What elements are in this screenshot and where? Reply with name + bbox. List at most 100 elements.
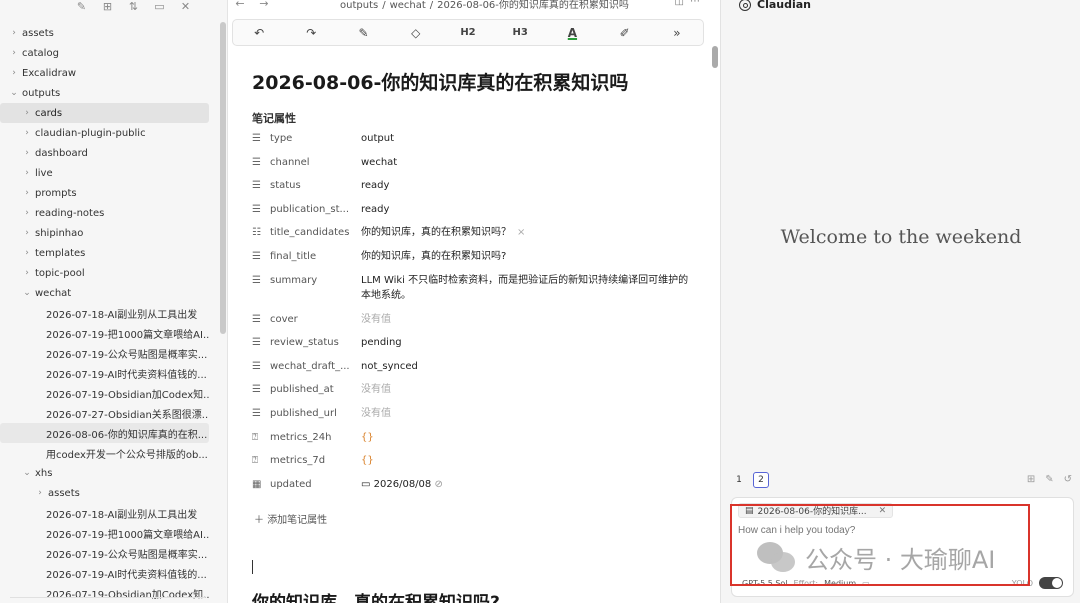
folder-item[interactable]: › cards <box>0 103 209 123</box>
chevron-right-icon[interactable]: › <box>21 228 33 238</box>
chevron-down-icon[interactable]: ⌄ <box>8 88 20 98</box>
more-button[interactable]: » <box>662 26 692 40</box>
property-key[interactable]: published_url <box>270 408 361 419</box>
property-value[interactable]: 你的知识库，真的在积累知识吗？ × <box>361 225 692 240</box>
property-key[interactable]: title_candidates <box>270 227 361 238</box>
property-key[interactable]: channel <box>270 157 361 168</box>
property-key[interactable]: published_at <box>270 384 361 395</box>
chevron-right-icon[interactable]: › <box>34 488 46 498</box>
chevron-right-icon[interactable]: › <box>21 168 33 178</box>
breadcrumb-item-outputs[interactable]: outputs <box>340 0 378 11</box>
file-item[interactable]: 2026-07-19-AI时代卖资料值钱的... <box>0 363 209 383</box>
chevron-right-icon[interactable]: › <box>21 148 33 158</box>
format-painter-button[interactable]: ✎ <box>349 26 379 40</box>
link-icon[interactable]: ⊘ <box>431 479 442 490</box>
redo-button[interactable]: ↷ <box>296 26 326 40</box>
property-value[interactable]: 没有值 <box>361 382 692 397</box>
context-file-chip[interactable]: ▤ 2026-08-06-你的知识库... ✕ <box>738 503 894 518</box>
add-property-button[interactable]: ＋ 添加笔记属性 <box>254 511 327 526</box>
folder-item[interactable]: ⌄ outputs <box>0 83 209 103</box>
folder-item[interactable]: › assets <box>0 23 209 43</box>
property-value[interactable]: {} <box>361 453 692 468</box>
back-icon[interactable]: ← <box>228 0 252 10</box>
property-value[interactable]: {} <box>361 430 692 445</box>
chat-input[interactable] <box>738 525 870 536</box>
eraser-button[interactable]: ◇ <box>401 26 431 40</box>
property-key[interactable]: metrics_7d <box>270 455 361 466</box>
property-key[interactable]: status <box>270 180 361 191</box>
highlight-button[interactable]: ✐ <box>610 26 640 40</box>
folder-item[interactable]: › live <box>0 163 209 183</box>
property-key[interactable]: publication_st... <box>270 204 361 215</box>
heading2-button[interactable]: H2 <box>453 27 483 38</box>
chat-tab-2[interactable]: 2 <box>753 472 769 488</box>
property-key[interactable]: review_status <box>270 337 361 348</box>
chevron-right-icon[interactable]: › <box>21 268 33 278</box>
remove-context-icon[interactable]: ✕ <box>879 506 887 516</box>
folder-item[interactable]: › prompts <box>0 183 209 203</box>
chevron-right-icon[interactable]: › <box>21 248 33 258</box>
file-item[interactable]: 2026-07-19-公众号贴图是概率实... <box>0 543 209 563</box>
folder-item[interactable]: › Excalidraw <box>0 63 209 83</box>
property-key[interactable]: cover <box>270 314 361 325</box>
sort-icon[interactable]: ⇅ <box>128 1 140 12</box>
property-key[interactable]: updated <box>270 479 361 490</box>
property-key[interactable]: wechat_draft_... <box>270 361 361 372</box>
property-value[interactable]: wechat <box>361 155 692 170</box>
property-value[interactable]: output <box>361 131 692 146</box>
folder-item[interactable]: ⌄ xhs <box>0 463 209 483</box>
file-item[interactable]: 2026-07-18-AI副业别从工具出发 <box>0 503 209 523</box>
editor-scrollbar[interactable] <box>712 46 718 68</box>
property-key[interactable]: summary <box>270 275 361 286</box>
chevron-down-icon[interactable]: ⌄ <box>21 288 33 298</box>
file-item[interactable]: 2026-07-18-AI副业别从工具出发 <box>0 303 209 323</box>
breadcrumb-item-current[interactable]: 2026-08-06-你的知识库真的在积累知识吗 <box>437 0 629 11</box>
property-value[interactable]: 没有值 <box>361 406 692 421</box>
file-item[interactable]: 2026-07-19-公众号贴图是概率实... <box>0 343 209 363</box>
property-value[interactable]: not_synced <box>361 359 692 374</box>
more-options-icon[interactable]: ⋯ <box>690 0 706 7</box>
property-key[interactable]: metrics_24h <box>270 432 361 443</box>
file-item[interactable]: 2026-07-19-把1000篇文章喂给AI... <box>0 523 209 543</box>
yolo-toggle[interactable] <box>1039 577 1063 589</box>
folder-item[interactable]: › shipinhao <box>0 223 209 243</box>
folder-item[interactable]: › reading-notes <box>0 203 209 223</box>
undo-button[interactable]: ↶ <box>244 26 274 40</box>
folder-item[interactable]: › templates <box>0 243 209 263</box>
close-icon[interactable]: ✕ <box>180 1 192 12</box>
property-value[interactable]: LLM Wiki 不只临时检索资料，而是把验证后的新知识持续编译回可维护的本地系… <box>361 273 692 303</box>
folder-item[interactable]: › catalog <box>0 43 209 63</box>
folder-item[interactable]: › assets <box>0 483 209 503</box>
chevron-right-icon[interactable]: › <box>8 48 20 58</box>
chevron-right-icon[interactable]: › <box>21 128 33 138</box>
property-value[interactable]: ▭ 2026/08/08 ⊘ <box>361 477 692 492</box>
model-selector[interactable]: GPT-5.5 Sol <box>742 579 788 588</box>
property-value[interactable]: ready <box>361 178 692 193</box>
breadcrumb-item-wechat[interactable]: wechat <box>390 0 426 11</box>
reading-view-icon[interactable]: ◫ <box>675 0 690 7</box>
chevron-right-icon[interactable]: › <box>21 208 33 218</box>
property-value[interactable]: pending <box>361 335 692 350</box>
property-value[interactable]: 你的知识库，真的在积累知识吗? <box>361 249 692 264</box>
font-color-button[interactable]: A <box>557 26 587 40</box>
file-item[interactable]: 用codex开发一个公众号排版的ob... <box>0 443 209 463</box>
edit-icon[interactable]: ✎ <box>1045 474 1053 485</box>
file-item[interactable]: 2026-07-19-把1000篇文章喂给AI... <box>0 323 209 343</box>
file-item[interactable]: 2026-07-19-AI时代卖资料值钱的... <box>0 563 209 583</box>
property-value[interactable]: 没有值 <box>361 312 692 327</box>
new-note-icon[interactable]: ✎ <box>76 1 88 12</box>
new-tab-icon[interactable]: ⊞ <box>1027 474 1035 485</box>
chevron-right-icon[interactable]: › <box>21 188 33 198</box>
property-key[interactable]: type <box>270 133 361 144</box>
effort-selector[interactable]: Medium <box>824 579 856 588</box>
chevron-right-icon[interactable]: › <box>21 108 33 118</box>
sidebar-scrollbar[interactable] <box>220 22 226 334</box>
remove-value-icon[interactable]: × <box>517 227 525 238</box>
folder-item[interactable]: › claudian-plugin-public <box>0 123 209 143</box>
collapse-icon[interactable]: ▭ <box>154 1 166 12</box>
new-folder-icon[interactable]: ⊞ <box>102 1 114 12</box>
folder-icon[interactable]: ▭ <box>862 579 870 588</box>
chat-tab-1[interactable]: 1 <box>731 472 747 488</box>
history-icon[interactable]: ↺ <box>1064 474 1072 485</box>
forward-icon[interactable]: → <box>252 0 276 10</box>
